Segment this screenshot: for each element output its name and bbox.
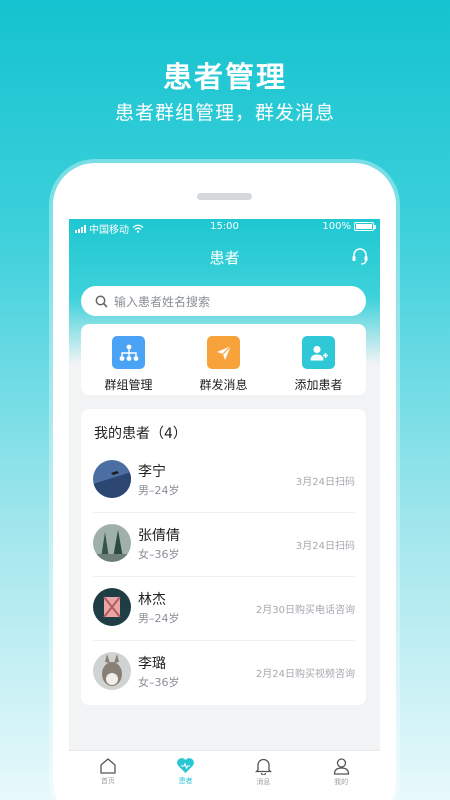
patient-info: 男–24岁 xyxy=(138,484,180,497)
phone-frame: 中国移动 15:00 100% 患者 输入患者姓名搜索 群组管理 群发消息 添加… xyxy=(53,163,396,800)
paper-plane-icon xyxy=(207,336,240,369)
add-patient-button[interactable]: 添加患者 xyxy=(271,324,366,395)
patient-row[interactable]: 李璐 女–36岁 2月24日购买视频咨询 xyxy=(93,641,355,705)
add-user-icon xyxy=(302,336,335,369)
status-bar: 中国移动 15:00 100% xyxy=(69,219,380,236)
quick-actions: 群组管理 群发消息 添加患者 xyxy=(81,324,366,395)
tab-label: 患者 xyxy=(178,777,193,785)
patient-list-card: 我的患者（4） 李宁 男–24岁 3月24日扫码 张倩倩 女–36岁 3月24日… xyxy=(81,409,366,705)
group-tree-icon xyxy=(112,336,145,369)
avatar xyxy=(93,588,131,626)
patient-name: 李宁 xyxy=(138,464,166,480)
tab-messages[interactable]: 消息 xyxy=(225,751,303,800)
patient-row[interactable]: 李宁 男–24岁 3月24日扫码 xyxy=(93,449,355,513)
page-title: 患者 xyxy=(209,249,240,267)
patient-note: 2月30日购买电话咨询 xyxy=(255,605,355,616)
broadcast-message-label: 群发消息 xyxy=(199,378,248,392)
patient-info: 男–24岁 xyxy=(138,612,180,625)
phone-speaker xyxy=(197,193,252,200)
heart-icon xyxy=(177,758,195,773)
patient-note: 2月24日购买视频咨询 xyxy=(255,669,355,680)
patient-name: 林杰 xyxy=(138,592,166,608)
avatar xyxy=(93,652,131,690)
tab-patients[interactable]: 患者 xyxy=(147,751,225,800)
search-icon xyxy=(95,295,108,308)
add-patient-label: 添加患者 xyxy=(294,378,343,392)
patient-info: 女–36岁 xyxy=(138,548,180,561)
app-screen: 中国移动 15:00 100% 患者 输入患者姓名搜索 群组管理 群发消息 添加… xyxy=(69,219,380,800)
hero-subtitle: 患者群组管理，群发消息 xyxy=(114,102,335,124)
patient-note: 3月24日扫码 xyxy=(295,541,355,552)
tab-label: 我的 xyxy=(334,778,349,786)
avatar xyxy=(93,460,131,498)
tab-home[interactable]: 首页 xyxy=(69,751,147,800)
patient-note: 3月24日扫码 xyxy=(295,477,355,488)
battery-icon xyxy=(354,222,376,231)
group-manage-label: 群组管理 xyxy=(104,378,153,392)
tab-profile[interactable]: 我的 xyxy=(302,751,380,800)
search-placeholder: 输入患者姓名搜索 xyxy=(114,294,211,309)
avatar xyxy=(93,524,131,562)
group-manage-button[interactable]: 群组管理 xyxy=(81,324,176,395)
battery-percent: 100% xyxy=(322,221,351,232)
tab-bar: 首页 患者 消息 我的 xyxy=(69,750,380,800)
tab-label: 首页 xyxy=(100,777,115,785)
user-icon xyxy=(333,758,349,775)
bell-icon xyxy=(254,758,272,775)
patient-row[interactable]: 林杰 男–24岁 2月30日购买电话咨询 xyxy=(93,577,355,641)
patient-name: 李璐 xyxy=(138,656,166,672)
patient-info: 女–36岁 xyxy=(138,676,180,689)
broadcast-message-button[interactable]: 群发消息 xyxy=(176,324,271,395)
search-input[interactable]: 输入患者姓名搜索 xyxy=(81,286,366,316)
home-icon xyxy=(100,758,116,774)
hero-title: 患者管理 xyxy=(162,60,287,94)
headset-icon[interactable] xyxy=(350,246,370,266)
tab-label: 消息 xyxy=(256,778,271,786)
patient-row[interactable]: 张倩倩 女–36岁 3月24日扫码 xyxy=(93,513,355,577)
patient-list-title: 我的患者（4） xyxy=(94,426,187,442)
patient-name: 张倩倩 xyxy=(138,528,180,544)
